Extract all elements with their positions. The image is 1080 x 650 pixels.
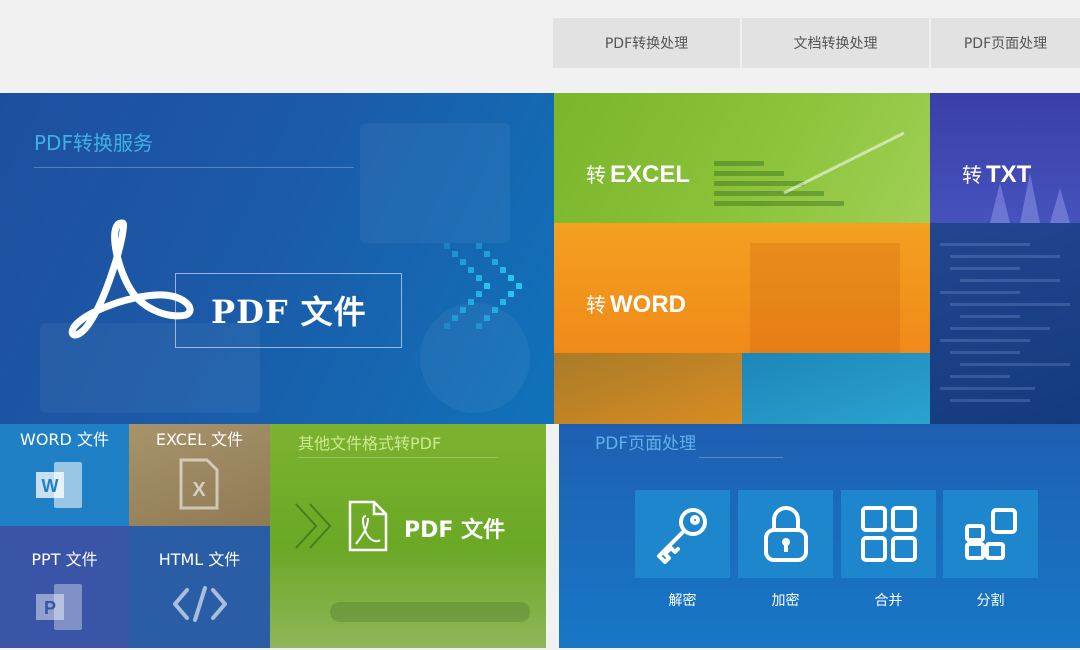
tab-doc-convert[interactable]: 文档转换处理 [742,18,929,68]
decrypt-button[interactable] [635,490,730,578]
word-doc-icon: W [36,462,82,508]
encrypt-button[interactable] [738,490,833,578]
page-processing-title: PDF页面处理 [595,434,697,454]
merge-label: 合并 [874,593,903,609]
ppt-file-tile[interactable]: PPT 文件 P [0,526,129,648]
word-watermark [750,243,900,353]
ppt-doc-icon: P [36,584,82,630]
html-code-icon [173,586,227,622]
other-formats-title: 其他文件格式转PDF [298,434,442,453]
pdf-file-icon [348,500,388,552]
excel-file-tile[interactable]: EXCEL 文件 X [129,424,270,526]
chart-decoration-icon [714,131,905,206]
divider [34,167,354,168]
svg-text:X: X [192,479,206,501]
tab-pdf-pages[interactable]: PDF页面处理 [931,18,1080,68]
pdf-page-processing-panel: PDF页面处理 解密 加密 合并 分割 [559,424,1080,648]
divider [699,457,783,458]
pdf-file-label: PDF 文件 [404,518,506,543]
html-file-tile[interactable]: HTML 文件 [129,526,270,648]
pdf-convert-hero: PDF转换服务 PDF 文件 [0,93,554,424]
code-lines-icon [940,243,1070,402]
split-label: 分割 [976,593,1005,609]
excel-doc-icon: X [179,458,219,510]
svg-text:W: W [42,476,59,496]
decoration-tile [742,353,930,424]
decrypt-label: 解密 [668,593,697,609]
excel-file-label: EXCEL 文件 [155,430,244,449]
txt-tile-label: 转 TXT [962,161,1032,188]
code-decoration-tile [930,223,1080,424]
excel-tile-label: 转 EXCEL [586,161,691,188]
lock-icon [763,506,808,562]
pdf-file-label: PDF 文件 [211,293,367,331]
merge-grid-icon [860,506,917,562]
convert-to-excel-tile[interactable]: 转 EXCEL [554,93,930,223]
merge-button[interactable] [841,490,936,578]
word-file-label: WORD 文件 [20,430,109,449]
encrypt-label: 加密 [771,593,800,609]
tab-pdf-convert[interactable]: PDF转换处理 [553,18,740,68]
decoration-tile [554,353,742,424]
convert-to-txt-tile[interactable]: 转 TXT [930,93,1080,223]
divider [298,457,498,458]
ppt-file-label: PPT 文件 [31,550,98,569]
chevrons-right-icon [444,243,522,329]
convert-to-word-tile[interactable]: 转 WORD [554,223,930,353]
key-icon [656,508,707,564]
split-grid-icon [964,508,1017,560]
double-chevron-right-icon [295,503,332,549]
word-file-tile[interactable]: WORD 文件 W [0,424,129,526]
word-tile-label: 转 WORD [586,291,686,318]
hero-title: PDF转换服务 [34,131,153,155]
split-button[interactable] [943,490,1038,578]
glasses-decoration [330,602,530,622]
other-formats-to-pdf-panel[interactable]: 其他文件格式转PDF PDF 文件 [270,424,546,648]
html-file-label: HTML 文件 [158,550,241,569]
svg-text:P: P [44,598,56,618]
